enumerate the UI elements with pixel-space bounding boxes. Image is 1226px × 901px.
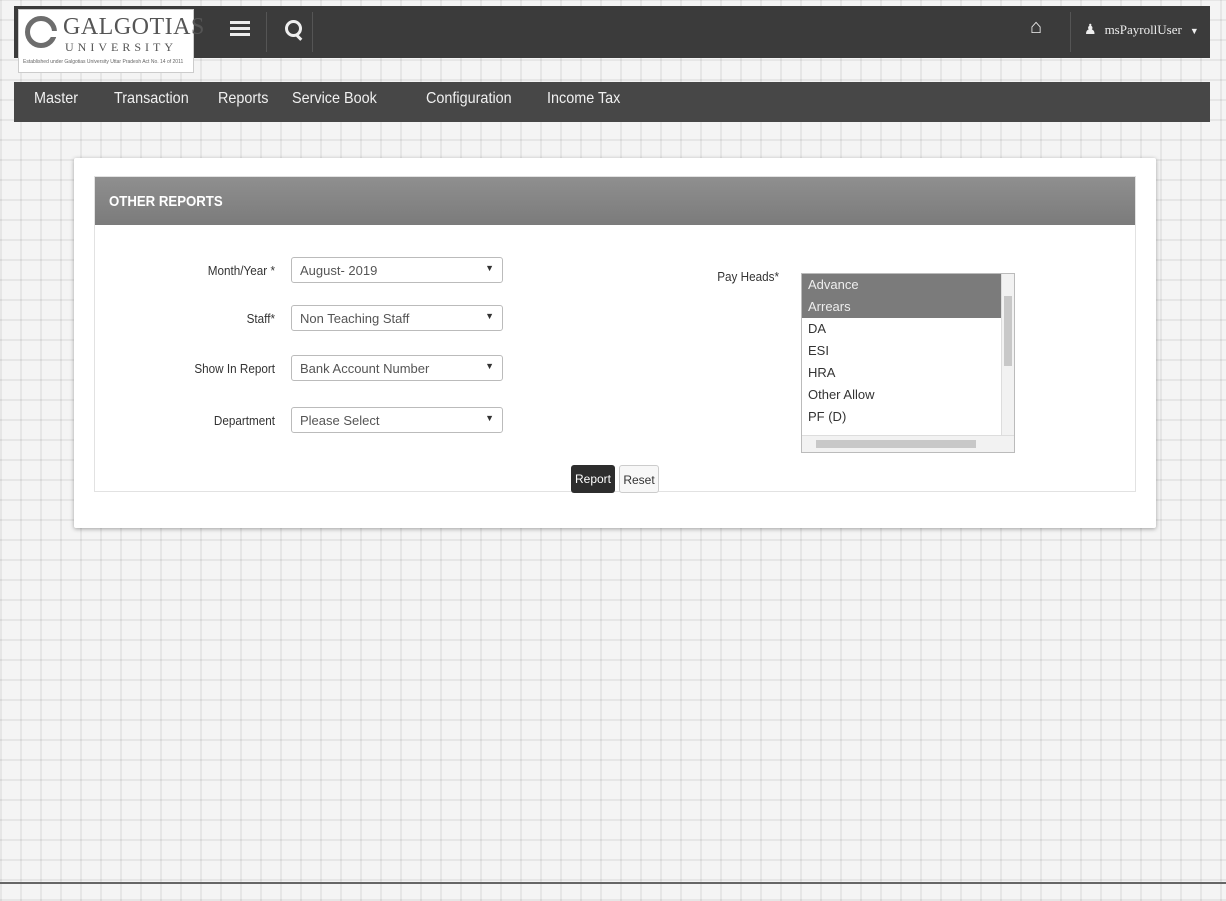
panel-header: OTHER REPORTS xyxy=(95,177,1135,225)
report-button[interactable]: Report xyxy=(571,465,615,493)
user-name: msPayrollUser xyxy=(1104,22,1182,37)
pay-head-option[interactable]: PF (D) xyxy=(802,406,1004,428)
month-year-value: August- 2019 xyxy=(300,263,378,278)
logo-subtitle: UNIVERSITY xyxy=(65,40,177,54)
logo-g-icon xyxy=(25,16,58,48)
reset-button[interactable]: Reset xyxy=(619,465,659,493)
department-label: Department xyxy=(213,413,275,428)
month-year-label: Month/Year * xyxy=(207,263,275,278)
pay-head-option[interactable]: Other Allow xyxy=(802,384,1004,406)
chevron-down-icon: ▼ xyxy=(485,361,494,371)
vertical-scrollbar[interactable] xyxy=(1001,274,1014,436)
pay-heads-listbox[interactable]: Advance Arrears DA ESI HRA Other Allow P… xyxy=(801,273,1015,453)
chevron-down-icon: ▼ xyxy=(1189,26,1199,36)
page-bottom-border xyxy=(0,882,1226,884)
user-icon: ♟ xyxy=(1084,23,1097,38)
report-card: OTHER REPORTS Month/Year * August- 2019 … xyxy=(74,158,1156,528)
nav-item-income-tax[interactable]: Income Tax xyxy=(547,90,620,108)
menu-toggle-icon[interactable] xyxy=(230,18,250,40)
staff-label: Staff* xyxy=(246,311,275,326)
staff-select[interactable]: Non Teaching Staff ▼ xyxy=(291,305,503,331)
university-logo[interactable]: GALGOTIAS UNIVERSITY Established under G… xyxy=(18,9,204,73)
user-menu[interactable]: ♟ msPayrollUser ▼ xyxy=(1084,22,1199,39)
department-value: Please Select xyxy=(300,413,380,428)
pay-head-option[interactable]: Arrears xyxy=(802,296,1004,318)
nav-item-reports[interactable]: Reports xyxy=(218,90,268,108)
scrollbar-thumb[interactable] xyxy=(1004,296,1012,366)
search-icon[interactable] xyxy=(284,18,304,40)
staff-value: Non Teaching Staff xyxy=(300,311,410,326)
logo-tagline: Established under Galgotias University U… xyxy=(23,59,184,65)
pay-head-option[interactable]: DA xyxy=(802,318,1004,340)
show-in-report-select[interactable]: Bank Account Number ▼ xyxy=(291,355,503,381)
main-nav: Master Transaction Reports Service Book … xyxy=(14,82,1210,122)
header-divider xyxy=(312,12,313,52)
header-divider xyxy=(266,12,267,52)
show-in-report-label: Show In Report xyxy=(194,361,275,376)
other-reports-panel: OTHER REPORTS Month/Year * August- 2019 … xyxy=(94,176,1136,493)
scrollbar-thumb[interactable] xyxy=(816,440,976,448)
nav-item-configuration[interactable]: Configuration xyxy=(426,90,512,108)
show-in-report-value: Bank Account Number xyxy=(300,361,430,376)
pay-heads-label: Pay Heads* xyxy=(717,269,779,284)
department-select[interactable]: Please Select ▼ xyxy=(291,407,503,433)
pay-head-option[interactable]: ESI xyxy=(802,340,1004,362)
chevron-down-icon: ▼ xyxy=(485,263,494,273)
nav-item-master[interactable]: Master xyxy=(34,90,78,108)
pay-head-option[interactable]: Advance xyxy=(802,274,1004,296)
nav-item-transaction[interactable]: Transaction xyxy=(114,90,189,108)
horizontal-scrollbar[interactable] xyxy=(802,435,1014,452)
nav-item-service-book[interactable]: Service Book xyxy=(292,90,377,108)
top-header: GALGOTIAS UNIVERSITY Established under G… xyxy=(14,6,1210,73)
chevron-down-icon: ▼ xyxy=(485,311,494,321)
month-year-select[interactable]: August- 2019 ▼ xyxy=(291,257,503,283)
logo-title: GALGOTIAS xyxy=(63,14,205,40)
home-icon[interactable]: ⌂ xyxy=(1030,16,1042,39)
chevron-down-icon: ▼ xyxy=(485,413,494,423)
header-divider xyxy=(1070,12,1071,52)
pay-head-option[interactable]: HRA xyxy=(802,362,1004,384)
panel-title: OTHER REPORTS xyxy=(109,193,223,210)
